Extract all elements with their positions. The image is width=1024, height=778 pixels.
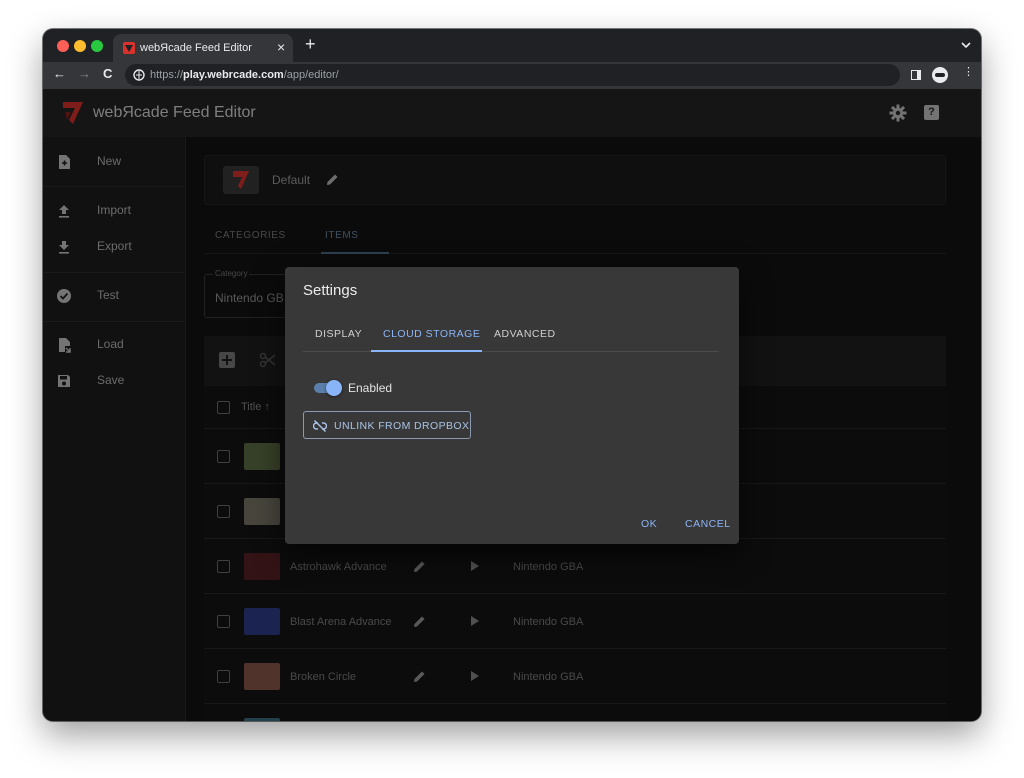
tab-cloud-storage[interactable]: CLOUD STORAGE (383, 328, 480, 340)
url-path: /app/editor/ (283, 69, 339, 81)
forward-button[interactable]: → (78, 66, 91, 81)
browser-tab-title: webЯcade Feed Editor (140, 42, 252, 54)
feed-editor-app: webЯcade Feed Editor ? New Import Export… (43, 89, 981, 721)
url-protocol: https:// (150, 69, 184, 81)
tab-advanced[interactable]: ADVANCED (494, 328, 556, 340)
browser-menu-icon[interactable]: ⋮ (963, 67, 974, 78)
back-button[interactable]: ← (53, 66, 66, 81)
side-panel-icon[interactable] (911, 70, 921, 80)
tab-strip: webЯcade Feed Editor × + (43, 29, 981, 62)
browser-tab[interactable]: webЯcade Feed Editor × (113, 34, 293, 62)
dialog-title: Settings (303, 282, 358, 299)
webrcade-favicon-icon (123, 42, 135, 54)
new-tab-button[interactable]: + (305, 35, 316, 53)
enabled-label: Enabled (348, 381, 393, 395)
unlink-dropbox-label: UNLINK FROM DROPBOX (334, 420, 470, 432)
cloud-storage-toggle[interactable] (313, 380, 342, 396)
url-text: https://play.webrcade.com/app/editor/ (150, 69, 339, 81)
reload-button[interactable]: C (103, 66, 112, 81)
browser-toolbar: ← → C https://play.webrcade.com/app/edit… (43, 62, 981, 89)
cancel-button[interactable]: CANCEL (685, 518, 731, 530)
maximize-window-button[interactable] (91, 40, 103, 52)
tab-display[interactable]: DISPLAY (315, 328, 362, 340)
site-info-icon[interactable] (133, 69, 145, 81)
unlink-dropbox-button[interactable]: UNLINK FROM DROPBOX (303, 411, 471, 439)
toggle-knob (326, 380, 342, 396)
profile-avatar[interactable] (932, 67, 948, 83)
minimize-window-button[interactable] (74, 40, 86, 52)
tab-search-chevron-icon[interactable] (961, 40, 971, 50)
settings-dialog: Settings DISPLAY CLOUD STORAGE ADVANCED … (285, 267, 739, 544)
close-tab-icon[interactable]: × (277, 39, 285, 55)
ok-button[interactable]: OK (641, 518, 657, 530)
close-window-button[interactable] (57, 40, 69, 52)
link-off-icon (313, 420, 327, 432)
url-host: play.webrcade.com (183, 69, 284, 81)
dialog-tabs: DISPLAY CLOUD STORAGE ADVANCED (303, 321, 719, 352)
active-tab-indicator (371, 350, 482, 352)
address-bar[interactable]: https://play.webrcade.com/app/editor/ (125, 64, 900, 86)
browser-window: webЯcade Feed Editor × + ← → C https://p… (43, 29, 981, 721)
